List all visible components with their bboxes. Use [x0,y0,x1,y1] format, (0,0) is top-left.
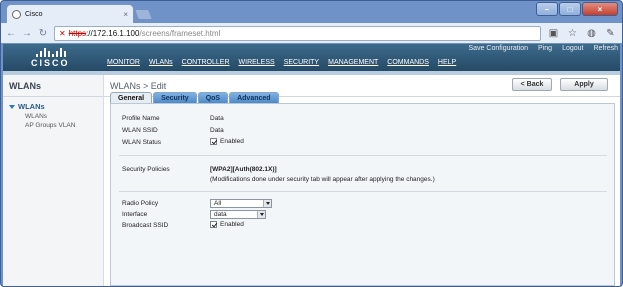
sidebar-group-label: WLANs [18,102,45,111]
extension-icon[interactable]: ◍ [585,27,598,40]
profile-name-label: Profile Name [122,115,160,122]
tab-title: Cisco [25,10,43,18]
back-arrow-icon[interactable]: ← [6,28,16,39]
wlan-status-field: Enabled [210,138,244,145]
reload-icon[interactable]: ↻ [38,28,48,39]
security-policies-value: [WPA2][Auth(802.1X)] [210,166,277,173]
logout-link[interactable]: Logout [562,45,583,52]
wlan-status-checkbox[interactable] [210,138,217,145]
tab-strip: Cisco × – □ × [1,1,622,23]
radio-policy-label: Radio Policy [122,200,159,207]
forward-arrow-icon[interactable]: → [22,28,32,39]
menu-security[interactable]: SECURITY [284,59,319,66]
back-button[interactable]: < Back [512,78,552,91]
menu-wireless[interactable]: WIRELESS [239,59,275,66]
sidebar-title: WLANs [9,81,41,91]
sidebar-divider [3,96,103,97]
interface-selected: data [214,211,227,218]
wlan-ssid-value: Data [210,127,224,134]
minimize-button[interactable]: – [536,2,558,16]
save-configuration-link[interactable]: Save Configuration [469,45,529,52]
tab-general[interactable]: General [110,92,153,103]
expand-triangle-icon[interactable] [9,104,15,109]
general-panel: Profile Name Data WLAN SSID Data WLAN St… [110,103,615,286]
menu-monitor[interactable]: MONITOR [107,59,140,66]
sidebar: WLANs WLANs WLANs AP Groups VLAN [3,75,104,286]
browser-window: Cisco × – □ × ← → ↻ ✕ https://172.16.1.1… [0,0,623,287]
cisco-logo: CISCO [26,47,76,69]
ping-link[interactable]: Ping [538,45,552,52]
menu-commands[interactable]: COMMANDS [387,59,429,66]
apply-button[interactable]: Apply [560,78,608,91]
section-divider [119,155,607,156]
page-content: CISCO Save Configuration Ping Logout Ref… [3,44,620,286]
browser-tab[interactable]: Cisco × [6,4,134,23]
broadcast-ssid-enabled-text: Enabled [220,221,244,229]
cisco-logo-bars-icon [36,47,66,57]
window-controls: – □ × [536,2,618,16]
tab-advanced[interactable]: Advanced [229,92,279,103]
radio-policy-select[interactable]: All [210,199,272,208]
tab-security[interactable]: Security [153,92,197,103]
sidebar-group-wlans[interactable]: WLANs [9,102,45,111]
interface-label: Interface [122,211,148,218]
edit-tabs: General Security QoS Advanced [110,92,279,103]
broadcast-ssid-field: Enabled [210,221,244,228]
tab-close-icon[interactable]: × [123,10,128,19]
close-window-button[interactable]: × [582,2,618,16]
broadcast-ssid-label: Broadcast SSID [122,222,169,229]
sidebar-item-wlans[interactable]: WLANs [25,113,47,120]
security-policies-label: Security Policies [122,166,170,173]
new-tab-button[interactable] [133,9,154,20]
section-divider [119,191,607,192]
menu-wlans[interactable]: WLANs [149,59,173,66]
maximize-button[interactable]: □ [559,2,581,16]
page-title: WLANs > Edit [110,81,167,91]
utility-links: Save Configuration Ping Logout Refresh [469,45,619,52]
security-note: (Modifications done under security tab w… [210,176,435,183]
wlan-status-label: WLAN Status [122,139,162,146]
cisco-header: CISCO Save Configuration Ping Logout Ref… [3,44,620,71]
radio-policy-selected: All [214,200,222,207]
page-action-icon[interactable]: ▣ [547,27,560,40]
url-scheme: https [68,28,87,38]
refresh-link[interactable]: Refresh [593,45,618,52]
dropdown-arrow-icon[interactable] [263,200,271,207]
menu-help[interactable]: HELP [438,59,456,66]
interface-select[interactable]: data [210,210,266,219]
wlan-ssid-label: WLAN SSID [122,127,158,134]
menu-controller[interactable]: CONTROLLER [182,59,230,66]
url-host: ://172.16.1.100 [86,28,140,38]
bookmark-star-icon[interactable]: ☆ [566,27,579,40]
main-content: WLANs > Edit < Back Apply General Securi… [104,75,620,286]
sidebar-item-ap-groups-vlan[interactable]: AP Groups VLAN [25,122,75,129]
tab-qos[interactable]: QoS [197,92,229,103]
wlan-status-enabled-text: Enabled [220,138,244,146]
profile-name-value: Data [210,115,224,122]
insecure-lock-icon[interactable]: ✕ [59,29,66,38]
broadcast-ssid-checkbox[interactable] [210,221,217,228]
main-menu: MONITOR WLANs CONTROLLER WIRELESS SECURI… [107,59,465,66]
cisco-wordmark: CISCO [31,58,70,68]
address-bar[interactable]: ✕ https://172.16.1.100/screens/frameset.… [54,25,541,41]
url-path: /screens/frameset.html [139,28,221,38]
page-favicon-icon [12,9,21,19]
wrench-icon[interactable]: ✎ [604,27,617,40]
dropdown-arrow-icon[interactable] [257,211,265,218]
menu-management[interactable]: MANAGEMENT [328,59,378,66]
browser-toolbar: ← → ↻ ✕ https://172.16.1.100/screens/fra… [1,23,622,43]
